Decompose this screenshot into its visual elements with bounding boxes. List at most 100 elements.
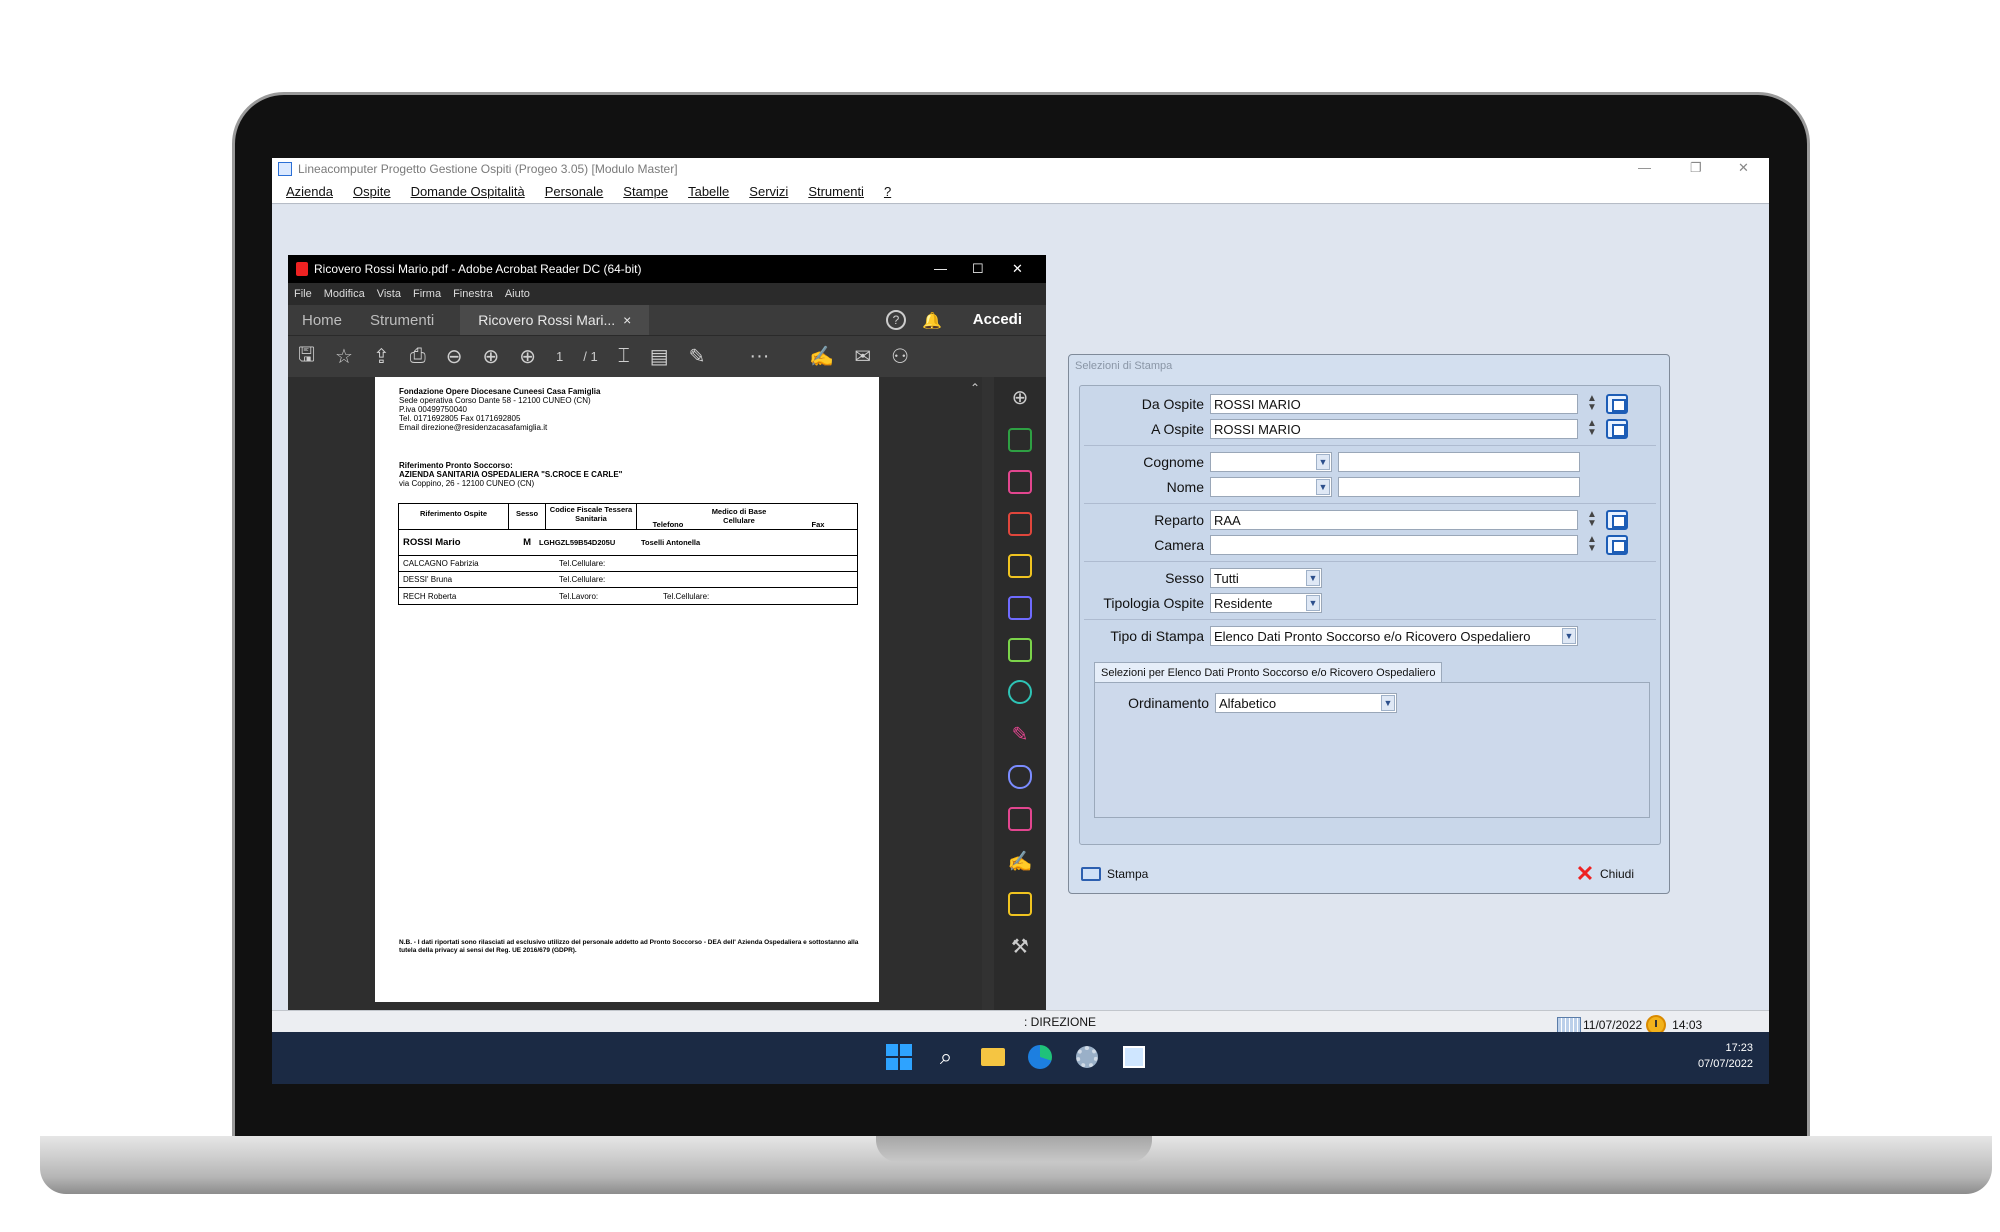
ordinamento-label: Ordinamento bbox=[1128, 695, 1209, 711]
tools-wrench-icon[interactable]: ⚒ bbox=[1011, 934, 1029, 959]
a-ospite-field[interactable]: ROSSI MARIO bbox=[1210, 419, 1578, 439]
print-button[interactable]: Stampa bbox=[1069, 867, 1148, 881]
camera-spinner-icon[interactable]: ▲ ▼ bbox=[1584, 535, 1600, 555]
menu-ospite[interactable]: Ospite bbox=[353, 184, 391, 199]
progeo-app-icon[interactable] bbox=[1119, 1042, 1149, 1072]
send-icon[interactable] bbox=[1008, 892, 1032, 916]
page-down-icon[interactable]: ⊕ bbox=[519, 344, 536, 369]
tipo-stampa-select[interactable]: Elenco Dati Pronto Soccorso e/o Ricovero… bbox=[1210, 626, 1578, 646]
create-pdf-icon[interactable] bbox=[1008, 428, 1032, 452]
a-ospite-spinner-icon[interactable]: ▲ ▼ bbox=[1584, 419, 1600, 439]
zoom-out-icon[interactable]: ⊖ bbox=[446, 344, 463, 369]
taskbar-clock[interactable]: 17:23 07/07/2022 bbox=[1698, 1040, 1753, 1072]
divider bbox=[1084, 561, 1656, 562]
status-date: 11/07/2022 bbox=[1583, 1018, 1643, 1032]
acrobat-menu-aiuto[interactable]: Aiuto bbox=[505, 288, 530, 300]
tab-document-label: Ricovero Rossi Mari... bbox=[478, 312, 616, 328]
reparto-lookup-icon[interactable] bbox=[1606, 510, 1628, 530]
sign-icon[interactable]: ✍ bbox=[809, 344, 834, 369]
mail-icon[interactable]: ✉ bbox=[854, 344, 871, 369]
settings-icon[interactable] bbox=[1072, 1042, 1102, 1072]
print-icon[interactable]: ⎙ bbox=[410, 345, 426, 368]
tipologia-select[interactable]: Residente ▼ bbox=[1210, 593, 1322, 613]
nome-field[interactable] bbox=[1338, 477, 1580, 497]
fill-sign-icon[interactable]: ✎ bbox=[1012, 722, 1029, 747]
protect-icon[interactable] bbox=[1008, 765, 1032, 789]
tab-selezioni-elenco[interactable]: Selezioni per Elenco Dati Pronto Soccors… bbox=[1094, 662, 1443, 682]
tab-home[interactable]: Home bbox=[288, 312, 356, 329]
edge-icon[interactable] bbox=[1025, 1042, 1055, 1072]
nome-operator-select[interactable]: ▼ bbox=[1210, 477, 1332, 497]
start-icon[interactable] bbox=[884, 1042, 914, 1072]
menu-servizi[interactable]: Servizi bbox=[749, 184, 788, 199]
comment-icon[interactable]: ▤ bbox=[650, 344, 669, 369]
acrobat-menu-finestra[interactable]: Finestra bbox=[453, 288, 493, 300]
da-ospite-lookup-icon[interactable] bbox=[1606, 394, 1628, 414]
acrobat-minimize-button[interactable]: — bbox=[934, 261, 947, 276]
acrobat-close-button[interactable]: ✕ bbox=[1012, 261, 1023, 277]
camera-field[interactable] bbox=[1210, 535, 1578, 555]
tab-close-icon[interactable]: × bbox=[623, 312, 631, 328]
scan-icon[interactable] bbox=[1008, 680, 1032, 704]
search-icon[interactable]: ⌕ bbox=[931, 1042, 961, 1072]
sesso-select[interactable]: Tutti ▼ bbox=[1210, 568, 1322, 588]
close-button[interactable]: ✕ bbox=[1738, 160, 1749, 176]
menu-stampe[interactable]: Stampe bbox=[623, 184, 668, 199]
restore-button[interactable]: ❐ bbox=[1690, 160, 1702, 176]
printer-icon bbox=[1081, 867, 1101, 881]
menu-domande-ospitalita[interactable]: Domande Ospitalità bbox=[411, 184, 525, 199]
minimize-button[interactable]: — bbox=[1638, 160, 1651, 175]
page-up-icon[interactable]: ⊕ bbox=[483, 344, 500, 369]
star-icon[interactable]: ☆ bbox=[335, 344, 353, 369]
page-current[interactable]: 1 bbox=[556, 349, 563, 364]
a-ospite-lookup-icon[interactable] bbox=[1606, 419, 1628, 439]
combine-icon[interactable] bbox=[1008, 596, 1032, 620]
menu-help[interactable]: ? bbox=[884, 184, 891, 199]
da-ospite-spinner-icon[interactable]: ▲ ▼ bbox=[1584, 394, 1600, 414]
login-button[interactable]: Accedi bbox=[973, 311, 1022, 328]
menu-personale[interactable]: Personale bbox=[545, 184, 604, 199]
camera-lookup-icon[interactable] bbox=[1606, 535, 1628, 555]
contact-name: DESSI' Bruna bbox=[403, 575, 453, 584]
cognome-operator-select[interactable]: ▼ bbox=[1210, 452, 1332, 472]
upload-icon[interactable]: ⇪ bbox=[373, 344, 390, 369]
form-icon[interactable] bbox=[1008, 807, 1032, 831]
acrobat-menu-modifica[interactable]: Modifica bbox=[324, 288, 365, 300]
pen-icon[interactable]: ✎ bbox=[689, 344, 706, 369]
export-pdf-icon[interactable] bbox=[1008, 512, 1032, 536]
cognome-label: Cognome bbox=[1143, 454, 1204, 470]
request-signature-icon[interactable]: ✍ bbox=[1008, 849, 1033, 874]
zoom-in-icon[interactable]: ⊕ bbox=[1012, 385, 1029, 410]
menu-strumenti[interactable]: Strumenti bbox=[808, 184, 864, 199]
share-icon[interactable]: ⚇ bbox=[891, 344, 909, 369]
menu-tabelle[interactable]: Tabelle bbox=[688, 184, 729, 199]
da-ospite-field[interactable]: ROSSI MARIO bbox=[1210, 394, 1578, 414]
cognome-field[interactable] bbox=[1338, 452, 1580, 472]
reparto-spinner-icon[interactable]: ▲ ▼ bbox=[1584, 510, 1600, 530]
ordinamento-select[interactable]: Alfabetico ▼ bbox=[1215, 693, 1397, 713]
help-icon[interactable]: ? bbox=[886, 310, 906, 330]
organize-pages-icon[interactable] bbox=[1008, 470, 1032, 494]
tab-strumenti[interactable]: Strumenti bbox=[356, 312, 448, 329]
comment-tool-icon[interactable] bbox=[1008, 554, 1032, 578]
taskbar-date: 07/07/2022 bbox=[1697, 1058, 1753, 1070]
scrollbar[interactable]: ⌃ bbox=[968, 377, 982, 1010]
more-icon[interactable]: ··· bbox=[749, 345, 769, 368]
fit-page-icon[interactable]: ⌶ bbox=[618, 345, 630, 368]
tab-document[interactable]: Ricovero Rossi Mari... × bbox=[460, 305, 650, 335]
acrobat-menu-firma[interactable]: Firma bbox=[413, 288, 441, 300]
acrobat-menu-file[interactable]: File bbox=[294, 288, 312, 300]
menu-azienda[interactable]: Azienda bbox=[286, 184, 333, 199]
save-icon[interactable]: 🖫 bbox=[298, 340, 315, 374]
scroll-up-icon[interactable]: ⌃ bbox=[968, 377, 982, 395]
bell-icon[interactable]: 🔔 bbox=[922, 311, 942, 331]
sesso-value: Tutti bbox=[1214, 570, 1239, 586]
acrobat-maximize-button[interactable]: ☐ bbox=[972, 261, 984, 277]
reparto-field[interactable]: RAA bbox=[1210, 510, 1578, 530]
file-explorer-icon[interactable] bbox=[978, 1042, 1008, 1072]
document-area[interactable]: Fondazione Opere Diocesane Cuneesi Casa … bbox=[288, 377, 968, 1010]
chevron-down-icon: ▼ bbox=[1316, 479, 1330, 495]
acrobat-menu-vista[interactable]: Vista bbox=[377, 288, 401, 300]
close-dialog-button[interactable]: ✕ Chiudi bbox=[1574, 863, 1634, 885]
edit-pdf-icon[interactable] bbox=[1008, 638, 1032, 662]
